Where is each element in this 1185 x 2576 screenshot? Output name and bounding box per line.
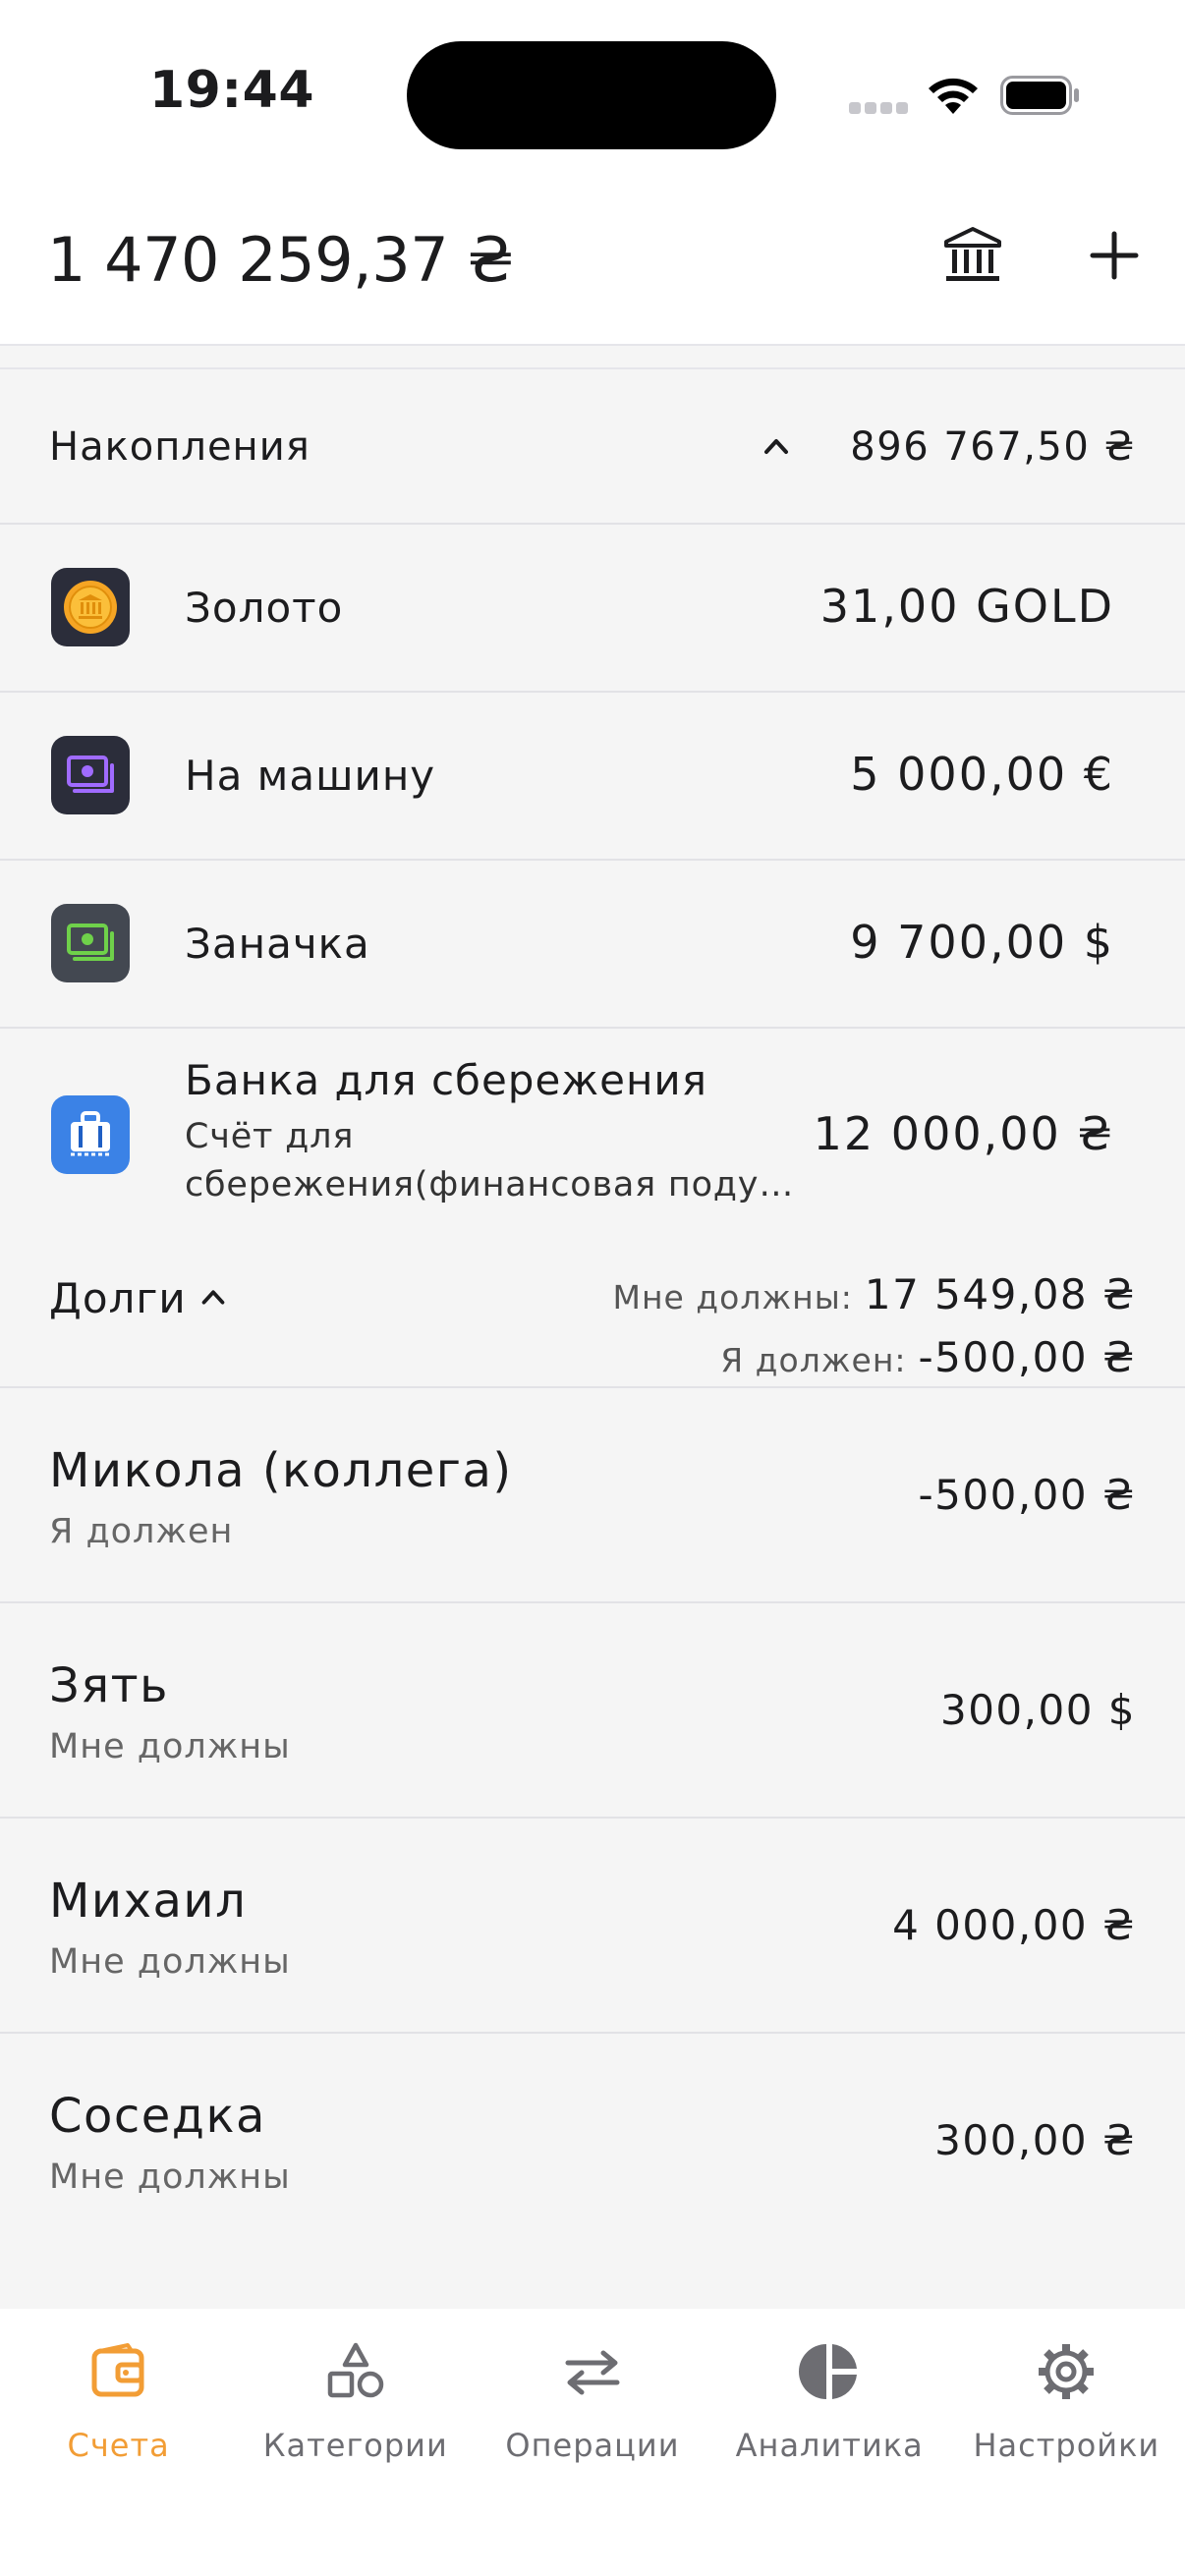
status-time: 19:44 xyxy=(149,61,315,120)
account-row-gold[interactable]: Золото 31,00 GOLD xyxy=(0,525,1185,693)
account-name: Заначка xyxy=(185,920,370,968)
gear-icon xyxy=(1035,2340,1098,2403)
plus-icon xyxy=(1090,231,1139,280)
account-row-stash[interactable]: Заначка 9 700,00 $ xyxy=(0,861,1185,1029)
debt-person-name: Зять xyxy=(49,1658,169,1713)
debt-person-name: Микола (коллега) xyxy=(49,1443,513,1498)
tab-label: Категории xyxy=(262,2427,448,2464)
account-balance: 5 000,00 € xyxy=(850,748,1114,801)
bank-icon xyxy=(944,227,1001,281)
debt-amount: -500,00 ₴ xyxy=(918,1471,1136,1519)
debt-row[interactable]: Михаил Мне должны 4 000,00 ₴ xyxy=(0,1819,1185,2034)
owed-to-me-label: Мне должны: xyxy=(612,1278,853,1316)
tab-operations[interactable]: Операции xyxy=(474,2309,710,2576)
accounts-header: 1 470 259,37 ₴ xyxy=(0,187,1185,346)
debt-amount: 300,00 ₴ xyxy=(934,2116,1136,2164)
account-row-savings-jar[interactable]: Банка для сбережения Счёт для сбережения… xyxy=(0,1029,1185,1241)
account-row-car[interactable]: На машину 5 000,00 € xyxy=(0,693,1185,861)
wallet-icon xyxy=(87,2340,150,2403)
tab-accounts[interactable]: Счета xyxy=(0,2309,237,2576)
accounts-list[interactable]: Накопления 896 767,50 ₴ Золото 31,00 GOL… xyxy=(0,346,1185,2309)
cellular-signal-icon xyxy=(849,102,908,116)
i-owe-value: -500,00 ₴ xyxy=(918,1333,1136,1381)
i-owe-summary: Я должен: -500,00 ₴ xyxy=(720,1333,1136,1381)
account-balance: 12 000,00 ₴ xyxy=(813,1107,1114,1160)
account-icon-tile xyxy=(51,568,130,646)
tab-bar: Счета Категории Операции Аналитика Настр… xyxy=(0,2309,1185,2576)
account-name: Золото xyxy=(185,584,344,632)
account-note: Счёт для сбережения(финансовая подушка) xyxy=(185,1113,794,1209)
debts-section-title: Долги xyxy=(49,1274,187,1322)
debt-row[interactable]: Микола (коллега) Я должен -500,00 ₴ xyxy=(0,1388,1185,1603)
wifi-icon xyxy=(929,78,978,114)
debt-status: Мне должны xyxy=(49,2157,291,2197)
owed-to-me-value: 17 549,08 ₴ xyxy=(864,1270,1136,1318)
tab-settings[interactable]: Настройки xyxy=(948,2309,1185,2576)
debt-row[interactable]: Соседка Мне должны 300,00 ₴ xyxy=(0,2034,1185,2249)
debts-section-header[interactable]: Долги Мне должны: 17 549,08 ₴ Я должен: … xyxy=(0,1241,1185,1388)
debt-person-name: Михаил xyxy=(49,1874,248,1929)
total-balance: 1 470 259,37 ₴ xyxy=(47,224,514,296)
debt-status: Мне должны xyxy=(49,1727,291,1766)
screen: 19:44 1 470 259,37 ₴ Накопления 896 767,… xyxy=(0,0,1185,2576)
debt-person-name: Соседка xyxy=(49,2089,266,2144)
debt-status: Я должен xyxy=(49,1512,234,1551)
savings-section-total: 896 767,50 ₴ xyxy=(850,424,1136,470)
shapes-icon xyxy=(324,2340,387,2403)
i-owe-label: Я должен: xyxy=(720,1341,907,1379)
debt-row[interactable]: Зять Мне должны 300,00 $ xyxy=(0,1603,1185,1819)
tab-label: Счета xyxy=(67,2427,170,2464)
transfer-arrows-icon xyxy=(561,2340,624,2403)
debt-amount: 300,00 $ xyxy=(939,1686,1136,1734)
tab-analytics[interactable]: Аналитика xyxy=(711,2309,948,2576)
owed-to-me-summary: Мне должны: 17 549,08 ₴ xyxy=(612,1270,1136,1318)
tab-label: Операции xyxy=(505,2427,680,2464)
chevron-up-icon xyxy=(764,439,788,454)
tab-label: Аналитика xyxy=(735,2427,924,2464)
debt-amount: 4 000,00 ₴ xyxy=(892,1901,1136,1949)
account-balance: 31,00 GOLD xyxy=(819,580,1114,633)
list-top-gap xyxy=(0,346,1185,369)
account-icon-tile xyxy=(51,736,130,814)
account-name: Банка для сбережения xyxy=(185,1056,707,1104)
chevron-up-icon xyxy=(201,1290,225,1305)
pie-chart-icon xyxy=(798,2340,861,2403)
account-note-line2: сбережения(финансовая подушка) xyxy=(185,1165,794,1204)
account-balance: 9 700,00 $ xyxy=(850,916,1114,969)
account-name: На машину xyxy=(185,752,436,800)
account-icon-tile xyxy=(51,1095,130,1174)
gold-coin-icon xyxy=(64,581,117,634)
battery-icon xyxy=(1000,76,1079,115)
savings-section-title: Накопления xyxy=(49,424,310,470)
account-note-line1: Счёт для xyxy=(185,1117,355,1156)
cash-icon xyxy=(67,756,114,793)
status-bar: 19:44 xyxy=(0,0,1185,187)
suitcase-icon xyxy=(71,1111,110,1156)
debt-status: Мне должны xyxy=(49,1942,291,1982)
tab-label: Настройки xyxy=(973,2427,1160,2464)
cash-icon xyxy=(67,924,114,961)
dynamic-island xyxy=(407,41,776,149)
tab-categories[interactable]: Категории xyxy=(237,2309,474,2576)
add-account-button[interactable] xyxy=(1075,216,1154,295)
savings-section-header[interactable]: Накопления 896 767,50 ₴ xyxy=(0,369,1185,525)
account-icon-tile xyxy=(51,904,130,982)
bank-button[interactable] xyxy=(933,216,1012,295)
